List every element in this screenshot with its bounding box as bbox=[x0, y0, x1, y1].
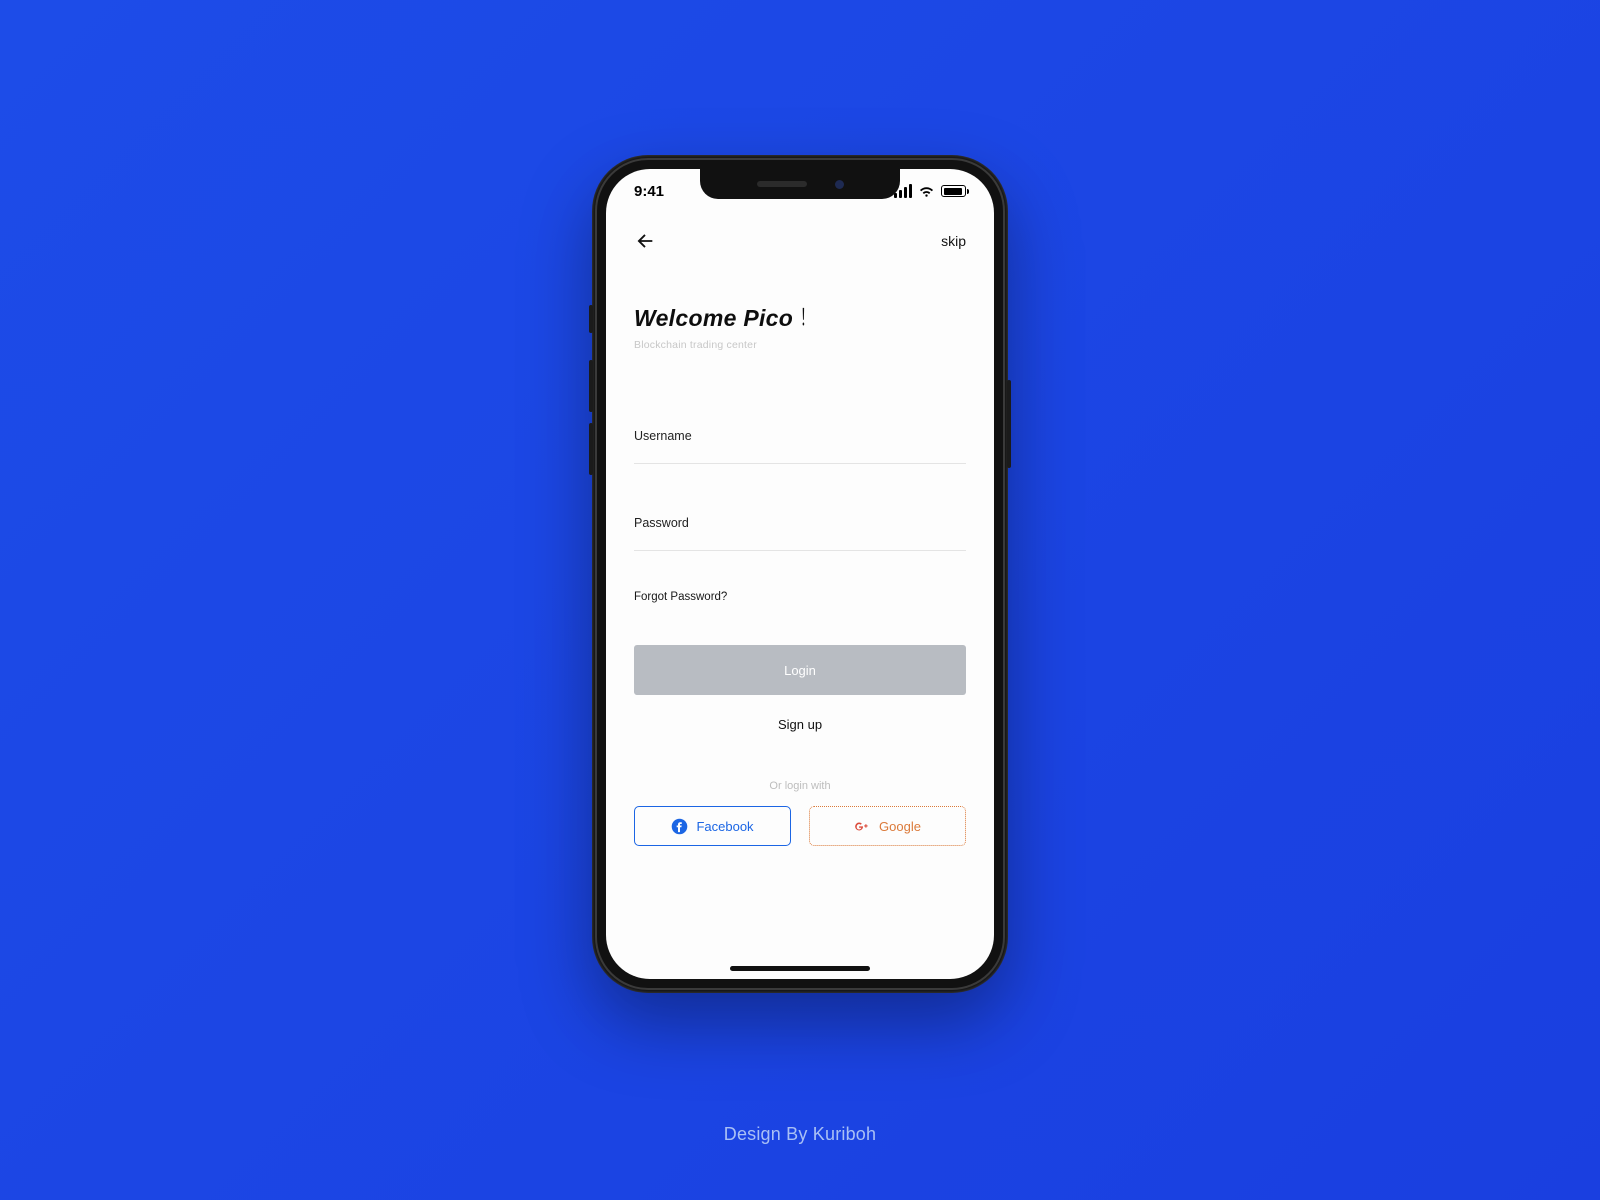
facebook-button-label: Facebook bbox=[696, 819, 753, 834]
login-form: Username Password Forgot Password? Login… bbox=[634, 429, 966, 846]
social-login-row: Facebook Google bbox=[634, 806, 966, 846]
facebook-login-button[interactable]: Facebook bbox=[634, 806, 791, 846]
password-field[interactable]: Password bbox=[634, 516, 966, 551]
wifi-icon bbox=[918, 185, 935, 198]
design-credit: Design By Kuriboh bbox=[0, 1124, 1600, 1145]
home-indicator[interactable] bbox=[730, 966, 870, 971]
volume-up-button bbox=[589, 360, 593, 412]
alt-login-divider: Or login with bbox=[634, 780, 966, 792]
login-button-label: Login bbox=[784, 663, 816, 678]
battery-icon bbox=[941, 185, 966, 197]
input-underline bbox=[634, 550, 966, 551]
phone-frame: 9:41 skip Welcome Pico！ Blockchain tradi… bbox=[592, 155, 1008, 993]
device-notch bbox=[700, 169, 900, 199]
skip-link[interactable]: skip bbox=[941, 233, 966, 249]
google-button-label: Google bbox=[879, 819, 921, 834]
google-plus-icon bbox=[854, 818, 871, 835]
username-label: Username bbox=[634, 429, 966, 443]
password-label: Password bbox=[634, 516, 966, 530]
status-indicators bbox=[894, 184, 966, 198]
phone-screen: 9:41 skip Welcome Pico！ Blockchain tradi… bbox=[606, 169, 994, 979]
front-camera bbox=[835, 180, 844, 189]
google-login-button[interactable]: Google bbox=[809, 806, 966, 846]
facebook-icon bbox=[671, 818, 688, 835]
login-button[interactable]: Login bbox=[634, 645, 966, 695]
status-time: 9:41 bbox=[634, 183, 664, 200]
mute-switch bbox=[589, 305, 593, 333]
volume-down-button bbox=[589, 423, 593, 475]
username-field[interactable]: Username bbox=[634, 429, 966, 464]
welcome-header: Welcome Pico！ Blockchain trading center bbox=[634, 299, 966, 351]
input-underline bbox=[634, 463, 966, 464]
page-title: Welcome Pico！ bbox=[634, 299, 966, 333]
forgot-password-link[interactable]: Forgot Password? bbox=[634, 591, 966, 603]
page-subtitle: Blockchain trading center bbox=[634, 339, 966, 351]
back-arrow-icon[interactable] bbox=[634, 230, 656, 252]
nav-bar: skip bbox=[634, 227, 966, 255]
speaker-grill bbox=[757, 181, 807, 187]
signup-link[interactable]: Sign up bbox=[634, 717, 966, 732]
power-button bbox=[1007, 380, 1011, 468]
